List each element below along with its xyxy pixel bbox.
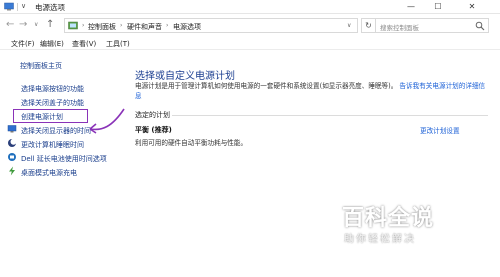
search-icon[interactable] xyxy=(475,21,485,31)
back-button[interactable]: ← xyxy=(6,19,14,31)
breadcrumb-item[interactable]: 控制面板 xyxy=(88,22,116,32)
highlight-box xyxy=(13,109,88,123)
sidebar-item-close-lid[interactable]: 选择关闭盖子的功能 xyxy=(21,98,84,108)
breadcrumb-item[interactable]: 电源选项 xyxy=(173,22,201,32)
change-plan-settings-link[interactable]: 更改计划设置 xyxy=(420,125,460,135)
page-description: 电源计划是用于管理计算机如何使用电源的一套硬件和系统设置(如显示器亮度、睡眠等)… xyxy=(135,81,490,101)
sidebar-item-dell-battery[interactable]: Dell 延长电池使用时间选项 xyxy=(21,154,107,164)
watermark-title: 百科全说 xyxy=(342,206,435,231)
charge-icon xyxy=(9,166,15,176)
sidebar-item-display-off[interactable]: 选择关闭显示器的时间 xyxy=(21,126,91,136)
sidebar-item-desktop-charge[interactable]: 桌面模式电源充电 xyxy=(21,168,77,178)
maximize-button[interactable]: ☐ xyxy=(425,0,451,14)
search-placeholder: 搜索控制面板 xyxy=(380,24,419,32)
sidebar-item-power-button[interactable]: 选择电源按钮的功能 xyxy=(21,84,84,94)
section-divider xyxy=(172,115,488,116)
window-title: 电源选项 xyxy=(35,3,65,12)
sidebar-item-sleep-time[interactable]: 更改计算机睡眠时间 xyxy=(21,140,84,150)
menu-file[interactable]: 文件(F) xyxy=(11,39,35,49)
annotation-arrow xyxy=(89,108,125,134)
address-box[interactable]: › 控制面板 › 硬件和声音 › 电源选项 ∨ xyxy=(64,18,358,33)
refresh-button[interactable]: ↻ xyxy=(361,18,376,33)
address-dropdown-icon[interactable]: ∨ xyxy=(347,22,351,29)
description-text: 电源计划是用于管理计算机如何使用电源的一套硬件和系统设置(如显示器亮度、睡眠等)… xyxy=(135,82,398,90)
selected-plan-heading: 选定的计划 xyxy=(135,111,170,119)
control-panel-home-link[interactable]: 控制面板主页 xyxy=(20,61,62,71)
minimize-button[interactable]: — xyxy=(398,0,424,14)
address-bar-row: ← → ∨ ↑ › 控制面板 › 硬件和声音 › 电源选项 ∨ ↻ 搜索控制面板 xyxy=(0,15,500,36)
breadcrumb-separator: › xyxy=(82,22,85,29)
recent-locations-button[interactable]: ∨ xyxy=(34,21,38,28)
breadcrumb-item[interactable]: 硬件和声音 xyxy=(127,22,162,32)
menu-view[interactable]: 查看(V) xyxy=(72,39,96,49)
watermark-subtitle: 助你轻松解决 xyxy=(344,234,416,245)
battery-icon xyxy=(8,153,16,161)
moon-sleep-icon xyxy=(8,138,17,147)
plan-description: 利用可用的硬件自动平衡功耗与性能。 xyxy=(135,139,248,147)
title-bar: ∨ 电源选项 — ☐ ✕ xyxy=(0,0,500,14)
menu-tools[interactable]: 工具(T) xyxy=(106,39,130,49)
forward-button[interactable]: → xyxy=(19,19,27,31)
menu-edit[interactable]: 编辑(E) xyxy=(40,39,64,49)
plan-name: 平衡 (推荐) xyxy=(135,126,172,134)
menu-bar: 文件(F) 编辑(E) 查看(V) 工具(T) xyxy=(0,37,500,50)
title-separator xyxy=(17,3,18,11)
watermark: 百科全说 助你轻松解决 xyxy=(334,200,464,255)
quick-access-dropdown-icon[interactable]: ∨ xyxy=(21,2,26,10)
breadcrumb-separator: › xyxy=(166,22,169,29)
sidebar: 控制面板主页 选择电源按钮的功能 选择关闭盖子的功能 创建电源计划 选择关闭显示… xyxy=(0,51,128,277)
control-panel-icon xyxy=(68,21,78,30)
power-options-icon xyxy=(4,2,14,11)
page-title: 选择或自定义电源计划 xyxy=(135,71,235,82)
breadcrumb-separator: › xyxy=(120,22,123,29)
search-input[interactable]: 搜索控制面板 xyxy=(375,18,489,33)
close-button[interactable]: ✕ xyxy=(452,0,492,14)
up-button[interactable]: ↑ xyxy=(46,19,54,31)
monitor-power-icon xyxy=(7,125,17,133)
